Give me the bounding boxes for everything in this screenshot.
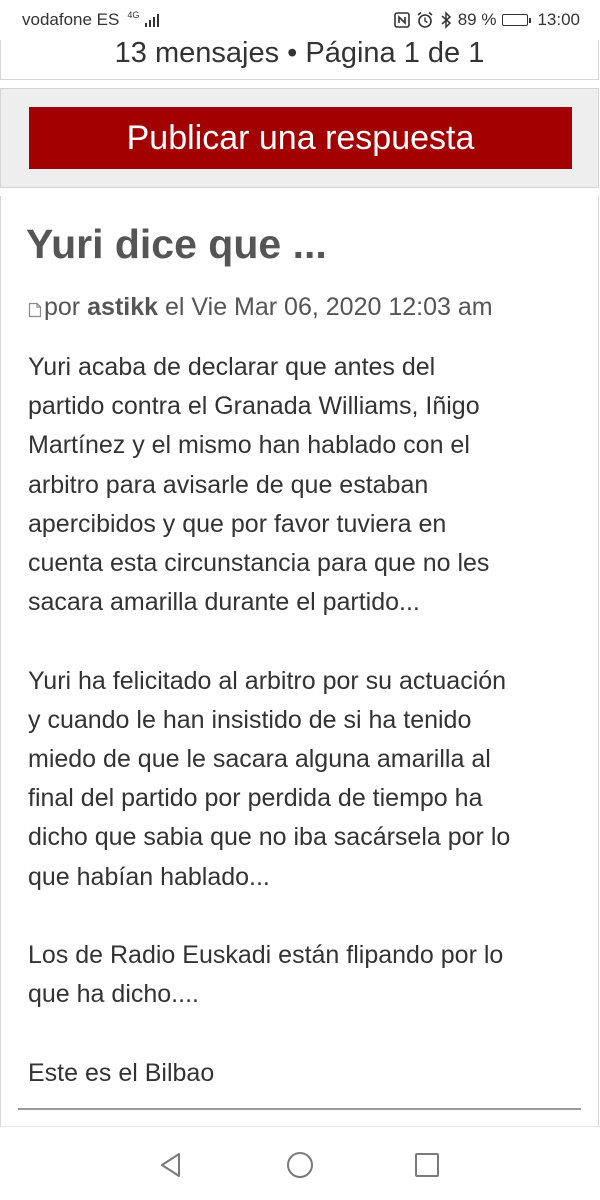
home-icon[interactable]: [280, 1145, 320, 1185]
post-body-line: Martínez y el mismo han hablado con el: [28, 431, 470, 460]
battery-percent: 89 %: [457, 10, 497, 29]
post-body: Yuri acaba de declarar que antes del part…: [28, 348, 588, 1093]
post-author-link[interactable]: astikk: [87, 291, 158, 323]
post-body-line: Los de Radio Euskadi están flipando por …: [28, 941, 504, 970]
status-right: 89 % 13:00: [393, 10, 580, 30]
post-body-line: dicho que sabia que no iba sacársela por…: [28, 823, 511, 852]
back-icon[interactable]: [151, 1145, 191, 1185]
recent-apps-icon[interactable]: [407, 1145, 447, 1185]
post-body-line: Yuri ha felicitado al arbitro por su act…: [28, 666, 507, 695]
post-title[interactable]: Yuri dice que ...: [26, 220, 327, 268]
battery-icon: [502, 14, 532, 26]
post-body-line: miedo de que le sacara alguna amarilla a…: [28, 745, 491, 774]
post-body-line: arbitro para avisarle de que estaban: [28, 470, 429, 499]
post-reply-button[interactable]: Publicar una respuesta: [29, 107, 572, 169]
post-body-line: Este es el Bilbao: [28, 1058, 215, 1087]
post-body-line: cuenta esta circunstancia para que no le…: [28, 549, 490, 578]
post-body-line: Yuri acaba de declarar que antes del: [28, 353, 436, 381]
post-body-line: que habían hablado...: [28, 862, 270, 891]
post-meta-prefix: por: [44, 293, 81, 321]
post-body-line: sacara amarilla durante el partido...: [28, 588, 420, 617]
post-body-line: y cuando le han insistido de si ha tenid…: [28, 705, 472, 734]
network-type: 4G: [127, 9, 140, 20]
nfc-icon: [393, 12, 410, 28]
reply-panel: Publicar una respuesta: [0, 88, 599, 188]
post-body-line: final del partido por perdida de tiempo …: [28, 784, 483, 813]
carrier-name: vodafone ES: [22, 10, 120, 29]
post-date: el Vie Mar 06, 2020 12:03 am: [165, 293, 493, 321]
clock: 13:00: [537, 10, 580, 29]
pagination-text: 13 mensajes • Página 1 de 1: [114, 40, 485, 69]
post-body-line: apercibidos y que por favor tuviera en: [28, 509, 447, 538]
post-meta: por astikk el Vie Mar 06, 2020 12:03 am: [28, 291, 493, 323]
post-divider: [18, 1108, 581, 1110]
status-left: vodafone ES 4G: [22, 9, 160, 30]
post-icon[interactable]: [28, 294, 42, 318]
pagination-box: 13 mensajes • Página 1 de 1: [0, 40, 599, 80]
post-body-line: partido contra el Granada Williams, Iñig…: [28, 392, 480, 421]
bluetooth-icon: [440, 11, 452, 29]
status-bar: vodafone ES 4G 89 % 13:00: [0, 0, 600, 40]
post-body-line: que ha dicho....: [28, 980, 199, 1009]
alarm-icon: [416, 11, 434, 29]
navigation-bar: [0, 1127, 600, 1200]
signal-icon: [145, 13, 160, 27]
